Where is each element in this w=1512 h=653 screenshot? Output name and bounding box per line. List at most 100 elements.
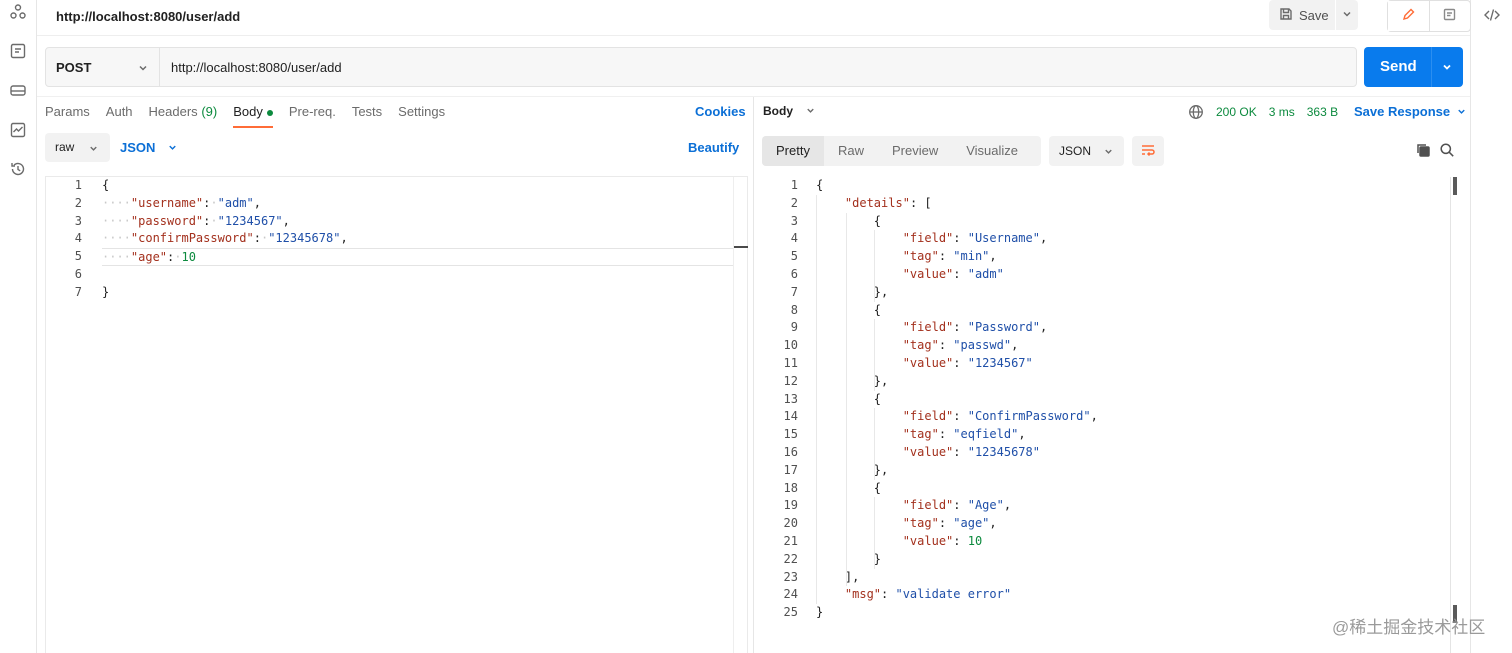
code-line: "msg": "validate error" bbox=[816, 586, 1448, 604]
code-line: { bbox=[816, 213, 1448, 231]
tab-headers[interactable]: Headers (9) bbox=[149, 104, 218, 128]
collections-icon[interactable] bbox=[9, 3, 27, 21]
tab-raw[interactable]: Raw bbox=[824, 136, 878, 166]
tab-auth[interactable]: Auth bbox=[106, 104, 133, 128]
wrap-lines-button[interactable] bbox=[1132, 136, 1164, 166]
method-select[interactable]: POST bbox=[46, 48, 160, 86]
line-number: 3 bbox=[74, 213, 82, 228]
monitors-icon[interactable] bbox=[9, 121, 27, 139]
history-icon[interactable] bbox=[9, 160, 27, 178]
code-icon[interactable] bbox=[1483, 6, 1501, 24]
viewer-scrollbar-track[interactable] bbox=[1450, 177, 1451, 653]
edit-mode-button[interactable] bbox=[1388, 1, 1430, 31]
scrollbar-thumb[interactable] bbox=[1453, 177, 1457, 195]
copy-icon[interactable] bbox=[1415, 142, 1431, 158]
line-number: 7 bbox=[74, 284, 82, 299]
json-key: "details" bbox=[844, 195, 910, 210]
tab-params[interactable]: Params bbox=[45, 104, 90, 128]
scrollbar-thumb[interactable] bbox=[734, 246, 748, 248]
response-time[interactable]: 3 ms bbox=[1269, 105, 1295, 119]
left-sidebar bbox=[0, 0, 37, 653]
response-section-label: Body bbox=[763, 104, 793, 118]
tab-settings[interactable]: Settings bbox=[398, 104, 445, 128]
indent-guide: ···· bbox=[102, 231, 131, 246]
code-line: } bbox=[816, 551, 1448, 569]
tab-pretty[interactable]: Pretty bbox=[762, 136, 824, 166]
response-body-viewer[interactable]: 1 2 3 4 5 6 7 8 9 10 11 12 13 14 15 16 17 18 19 20 21 22 23 24 2… bbox=[762, 177, 1462, 653]
line-number: 20 bbox=[783, 516, 798, 531]
json-brace: }, bbox=[816, 462, 889, 477]
chevron-down-icon bbox=[139, 65, 147, 71]
json-key: "value" bbox=[902, 355, 954, 370]
response-section-select[interactable]: Body bbox=[763, 104, 816, 118]
url-input[interactable]: http://localhost:8080/user/add bbox=[171, 60, 342, 75]
body-mode-select[interactable]: raw bbox=[45, 133, 110, 162]
save-response-label: Save Response bbox=[1354, 104, 1451, 119]
json-brace: { bbox=[102, 178, 110, 192]
json-comma: , bbox=[282, 213, 290, 228]
watermark: @稀土掘金技术社区 bbox=[1332, 618, 1486, 637]
save-options-button[interactable] bbox=[1336, 0, 1358, 30]
line-number: 22 bbox=[783, 551, 798, 566]
json-key: "tag" bbox=[902, 516, 939, 531]
json-brace: }, bbox=[816, 373, 889, 388]
tab-tests[interactable]: Tests bbox=[352, 104, 382, 128]
code-line: "field": "Username", bbox=[816, 230, 1448, 248]
globe-icon[interactable] bbox=[1188, 104, 1204, 120]
tab-preview[interactable]: Preview bbox=[878, 136, 952, 166]
json-colon: : bbox=[953, 498, 968, 513]
line-number: 15 bbox=[783, 427, 798, 442]
json-colon: : bbox=[953, 231, 968, 246]
tab-prereq[interactable]: Pre-req. bbox=[289, 104, 336, 128]
apis-icon[interactable] bbox=[9, 42, 27, 60]
send-button[interactable]: Send bbox=[1364, 47, 1463, 87]
request-body-code[interactable]: {····"username":·"adm", ····"password":·"… bbox=[102, 177, 733, 302]
chevron-down-icon[interactable] bbox=[1441, 61, 1453, 73]
line-number: 24 bbox=[783, 587, 798, 602]
json-key: "tag" bbox=[902, 338, 939, 353]
pane-divider[interactable] bbox=[753, 97, 754, 653]
request-url-bar: POST http://localhost:8080/user/add bbox=[45, 47, 1357, 87]
save-button[interactable]: Save bbox=[1269, 0, 1335, 30]
code-line: { bbox=[816, 177, 1448, 195]
tab-body[interactable]: Body bbox=[233, 104, 273, 128]
search-icon[interactable] bbox=[1439, 142, 1455, 158]
json-key: "username" bbox=[130, 195, 204, 210]
response-meta: 200 OK 3 ms 363 B bbox=[1216, 105, 1338, 119]
comments-mode-button[interactable] bbox=[1430, 1, 1471, 31]
json-value: "Username" bbox=[967, 231, 1040, 246]
line-number: 6 bbox=[74, 266, 82, 281]
json-colon: : bbox=[953, 533, 968, 548]
line-number: 23 bbox=[783, 569, 798, 584]
body-language-select[interactable]: JSON bbox=[120, 140, 178, 155]
comment-icon bbox=[1442, 7, 1457, 25]
request-title[interactable]: http://localhost:8080/user/add bbox=[56, 9, 240, 24]
code-line: "value": "1234567" bbox=[816, 355, 1448, 373]
request-body-editor[interactable]: 1234567 {····"username":·"adm", ····"pass… bbox=[45, 176, 748, 653]
code-line: }, bbox=[816, 284, 1448, 302]
save-response-button[interactable]: Save Response bbox=[1354, 104, 1467, 119]
line-number: 8 bbox=[790, 302, 798, 317]
status-code[interactable]: 200 OK bbox=[1216, 105, 1257, 119]
tab-headers-label: Headers bbox=[148, 104, 198, 119]
environments-icon[interactable] bbox=[9, 81, 27, 99]
response-body-code[interactable]: { "details": [ { "field": "Username", "t… bbox=[816, 177, 1448, 622]
beautify-link[interactable]: Beautify bbox=[688, 140, 739, 155]
json-comma: , bbox=[340, 231, 348, 246]
editor-scrollbar[interactable] bbox=[733, 177, 748, 653]
cookies-link[interactable]: Cookies bbox=[695, 104, 746, 119]
response-format-select[interactable]: JSON bbox=[1049, 136, 1124, 166]
line-number: 12 bbox=[783, 373, 798, 388]
response-size[interactable]: 363 B bbox=[1307, 105, 1338, 119]
line-number: 19 bbox=[783, 498, 798, 513]
tab-visualize[interactable]: Visualize bbox=[952, 136, 1032, 166]
